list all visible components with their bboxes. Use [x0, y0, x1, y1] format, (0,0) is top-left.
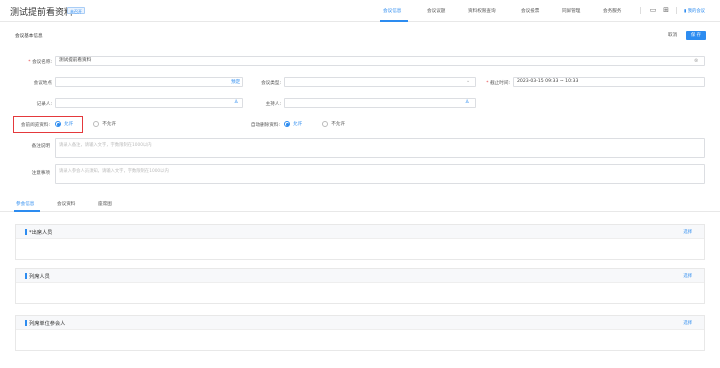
notice-textarea[interactable]: 请录入参会人员须知，请输入文字，字数限制在1000以内: [55, 164, 705, 184]
recorder-label: 记录人:: [36, 102, 52, 107]
save-button[interactable]: 保 存: [686, 31, 706, 40]
radio-disallow-label[interactable]: 不允许: [102, 121, 116, 127]
radio-disallow[interactable]: [93, 121, 100, 127]
clear-icon[interactable]: ⊗: [694, 58, 698, 64]
auto-delete-label: 自动删除资料:: [250, 123, 280, 128]
sub-tab-bar: 参会信息 会议资料 座席图: [0, 196, 720, 212]
radio-disallow[interactable]: [322, 121, 329, 127]
page-title: 测试提前看资料: [10, 8, 74, 18]
remark-label: 备注说明: [31, 144, 50, 149]
tab-meeting-vote[interactable]: 会议投票: [521, 8, 539, 14]
radio-disallow-label[interactable]: 不允许: [331, 121, 345, 127]
toolbar-divider: [676, 7, 677, 14]
attendees-panel: *出席人员 选择: [15, 224, 705, 260]
panel-title: *出席人员: [29, 229, 53, 236]
auto-delete-radios: 允许 不允许: [284, 121, 365, 127]
panel-title: 列席人员: [29, 273, 50, 280]
cancel-button[interactable]: 取消: [668, 32, 677, 38]
location-input[interactable]: [55, 77, 243, 87]
deadline-label: * 截止时间:: [486, 81, 510, 86]
user-icon: ▮: [684, 9, 687, 14]
tab-meeting-service[interactable]: 会务服务: [603, 8, 621, 14]
meeting-type-select[interactable]: [284, 77, 476, 87]
panel-title: 列席单位参会人: [29, 320, 66, 327]
section-title: 会议基本信息: [15, 34, 43, 39]
monitor-icon[interactable]: ▭: [649, 6, 657, 14]
panel-accent-bar: [25, 320, 27, 326]
status-badge: 未召开: [67, 7, 85, 14]
select-observers-button[interactable]: 选择: [683, 273, 692, 279]
panel-header: *出席人员 选择: [16, 225, 704, 239]
preview-materials-label: 会前阅览资料:: [20, 123, 50, 128]
tab-attendee-info[interactable]: 参会信息: [16, 201, 34, 207]
observers-panel: 列席人员 选择: [15, 268, 705, 304]
preview-materials-radios: 允许 不允许: [55, 121, 136, 127]
person-icon[interactable]: ♙: [465, 99, 469, 105]
user-menu-label: 我的会议: [687, 9, 705, 14]
reserve-room-button[interactable]: 预定: [231, 79, 240, 85]
tab-meeting-info[interactable]: 会议信息: [383, 8, 401, 14]
radio-allow-label[interactable]: 允许: [293, 121, 302, 127]
observer-units-panel: 列席单位参会人 选择: [15, 315, 705, 351]
remark-textarea[interactable]: 请录入备注，请输入文字，字数限制在1000以内: [55, 138, 705, 158]
tab-material-permission[interactable]: 资料权限查询: [468, 8, 496, 14]
panel-accent-bar: [25, 273, 27, 279]
active-tab-indicator: [14, 210, 40, 212]
radio-allow-label[interactable]: 允许: [64, 121, 73, 127]
tab-screen-share[interactable]: 同屏管理: [562, 8, 580, 14]
notice-label: 注意事项: [31, 171, 50, 176]
deadline-input[interactable]: 2023-03-15 09:33 ~ 10:33: [513, 77, 705, 87]
tab-meeting-topics[interactable]: 会议议题: [427, 8, 445, 14]
host-input[interactable]: [284, 98, 476, 108]
active-tab-indicator: [380, 20, 408, 22]
tab-meeting-materials[interactable]: 会议资料: [57, 201, 75, 207]
radio-allow[interactable]: [284, 121, 290, 127]
host-label: 主持人:: [265, 102, 281, 107]
top-bar: 测试提前看资料 未召开 会议信息 会议议题 资料权限查询 会议投票 同屏管理 会…: [0, 0, 720, 22]
panel-header: 列席人员 选择: [16, 269, 704, 283]
tab-seating-chart[interactable]: 座席图: [98, 201, 112, 207]
recorder-input[interactable]: [55, 98, 243, 108]
user-menu[interactable]: ▮ 我的会议: [684, 8, 705, 14]
chevron-down-icon: ⌄: [466, 78, 471, 84]
meeting-name-label: * 会议名称:: [28, 60, 52, 65]
panel-accent-bar: [25, 229, 27, 235]
panel-header: 列席单位参会人 选择: [16, 316, 704, 330]
select-observer-units-button[interactable]: 选择: [683, 320, 692, 326]
meeting-type-label: 会议类型:: [261, 81, 281, 86]
select-attendees-button[interactable]: 选择: [683, 229, 692, 235]
person-icon[interactable]: ♙: [234, 99, 238, 105]
grid-icon[interactable]: ⊞: [662, 6, 670, 14]
location-label: 会议地点: [33, 81, 52, 86]
toolbar-divider: [640, 7, 641, 14]
radio-allow[interactable]: [55, 121, 61, 127]
meeting-name-input[interactable]: 测试提前看资料: [55, 56, 705, 66]
